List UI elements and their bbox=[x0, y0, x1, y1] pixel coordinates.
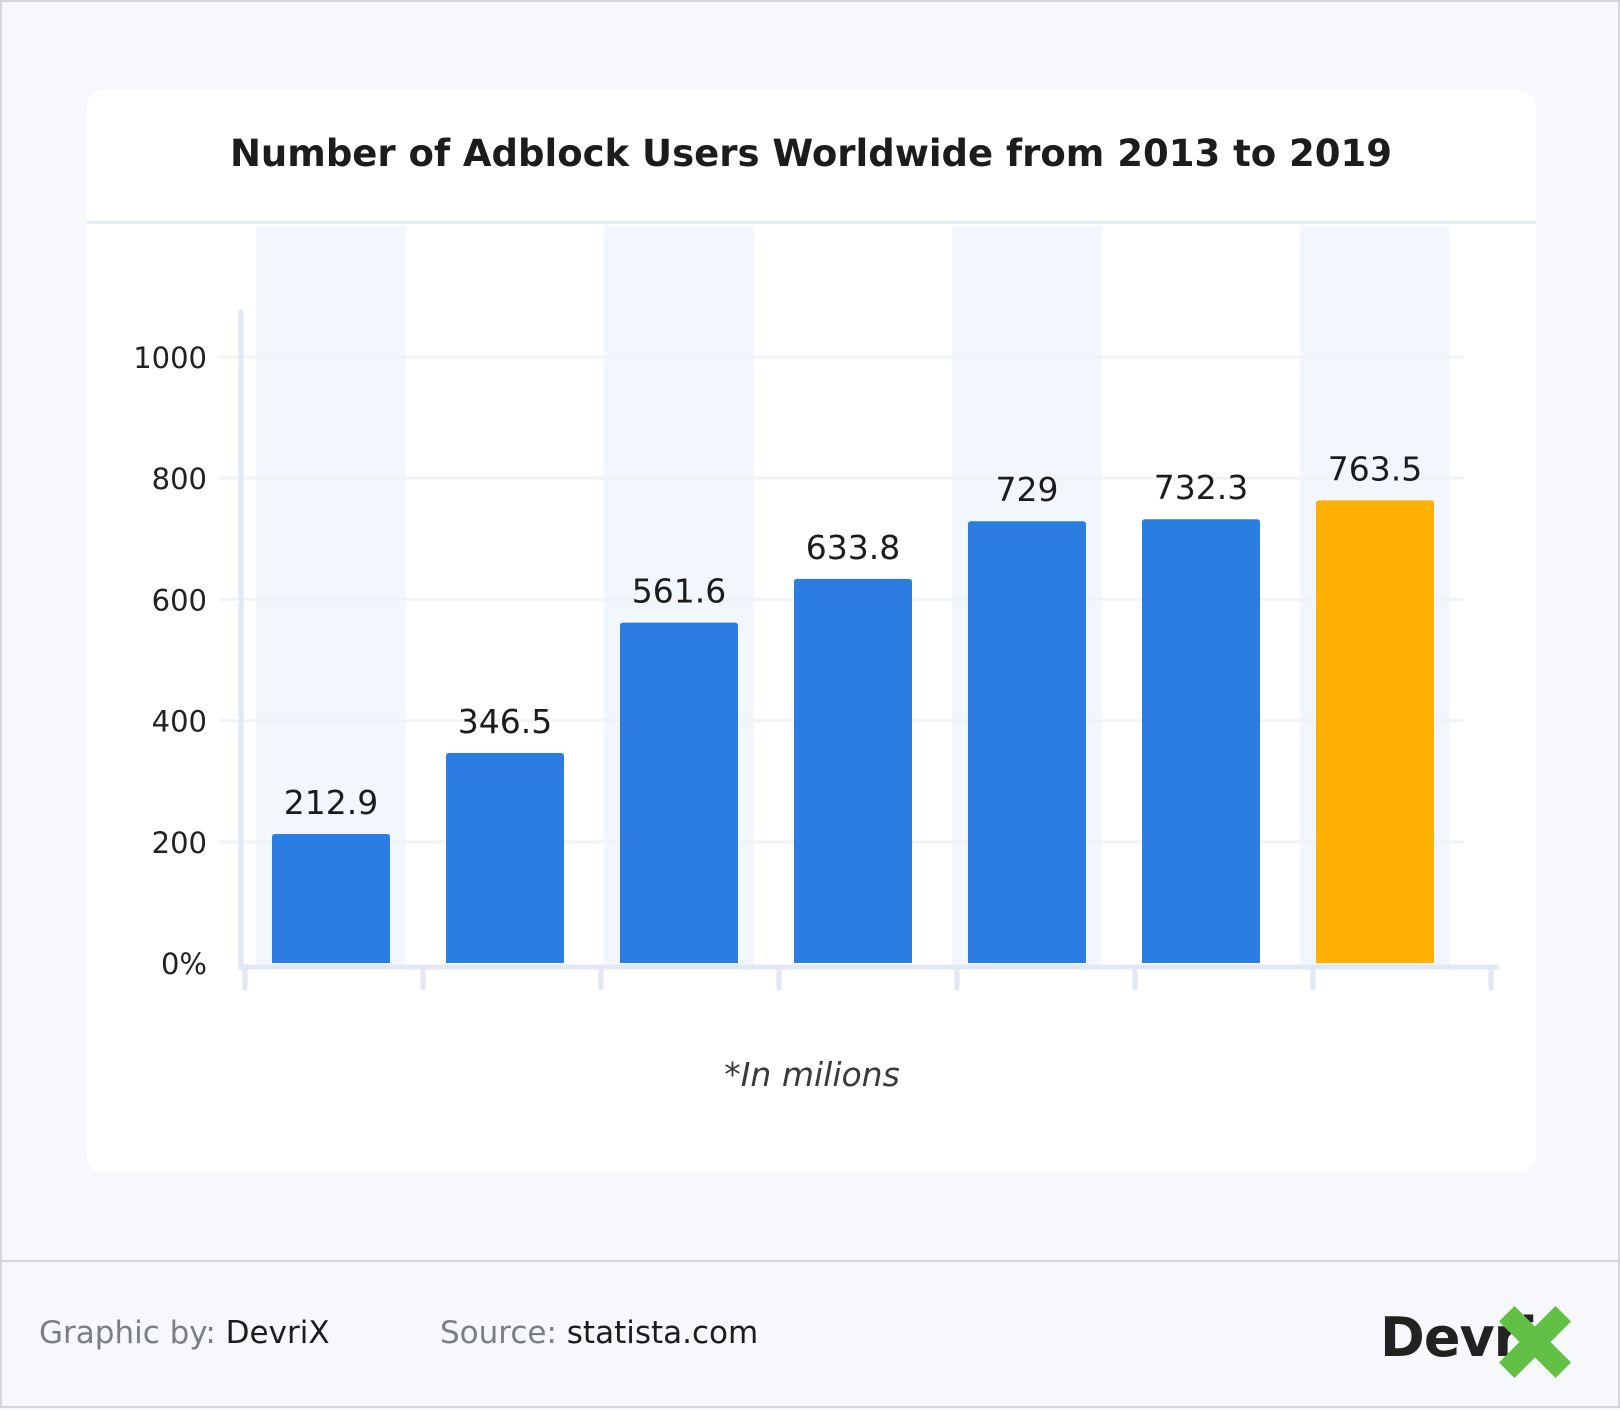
y-tick-label: 1000 bbox=[133, 341, 207, 375]
y-tick-label: 600 bbox=[152, 583, 207, 617]
source-label: Source: bbox=[440, 1315, 557, 1351]
bar-value-label: 729 bbox=[996, 470, 1059, 509]
source-credit: Source: statista.com bbox=[440, 1315, 758, 1351]
bar-value-label: 561.6 bbox=[632, 572, 726, 611]
chart-footnote: *In milions bbox=[724, 1055, 900, 1094]
y-tick-label: 800 bbox=[152, 462, 207, 496]
y-tick-label: 200 bbox=[152, 826, 207, 860]
y-tick-label: 0% bbox=[161, 947, 207, 981]
graphic-credit: Graphic by: DevriX bbox=[39, 1315, 330, 1351]
bar-2015 bbox=[620, 622, 738, 963]
bar-2016 bbox=[794, 578, 912, 963]
bar-2019 bbox=[1316, 500, 1434, 963]
bar-value-label: 346.5 bbox=[458, 702, 552, 741]
footer-divider bbox=[2, 1260, 1620, 1262]
bar-2017 bbox=[968, 521, 1086, 963]
devrix-logo: Devri bbox=[1380, 1302, 1590, 1382]
bar-value-label: 633.8 bbox=[806, 528, 900, 567]
graphic-label: Graphic by: bbox=[39, 1315, 216, 1351]
graphic-value: DevriX bbox=[225, 1315, 330, 1351]
bar-value-label: 763.5 bbox=[1328, 449, 1422, 488]
bar-2013 bbox=[272, 833, 390, 963]
bar-value-label: 212.9 bbox=[284, 783, 378, 822]
bar-2018 bbox=[1142, 519, 1260, 963]
bar-2014 bbox=[446, 753, 564, 963]
source-value: statista.com bbox=[566, 1315, 759, 1351]
bar-value-label: 732.3 bbox=[1154, 468, 1248, 507]
y-tick-label: 400 bbox=[152, 705, 207, 739]
bar-chart: 0% 200 400 600 800 1000 212.9 346.5 561.6 633.8 72… bbox=[133, 226, 1499, 991]
logo-x-icon bbox=[1498, 1305, 1572, 1379]
